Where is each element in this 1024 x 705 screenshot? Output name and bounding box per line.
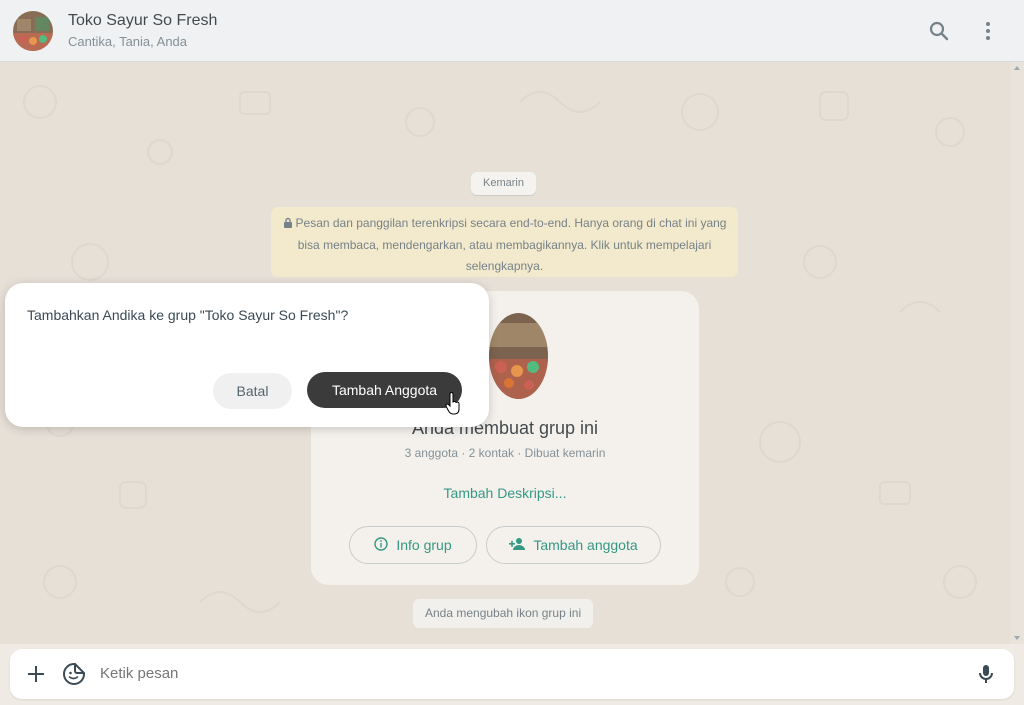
plus-icon[interactable] [24,662,48,686]
mic-icon[interactable] [974,662,998,686]
hand-pointer-icon [445,392,461,416]
message-input[interactable] [100,665,900,682]
sticker-icon[interactable] [62,662,86,686]
confirm-add-member-button[interactable]: Tambah Anggota [307,372,462,408]
message-composer [10,649,1014,699]
dialog-message: Tambahkan Andika ke grup "Toko Sayur So … [27,307,349,323]
cancel-button[interactable]: Batal [213,373,292,409]
add-member-dialog: Tambahkan Andika ke grup "Toko Sayur So … [5,283,489,427]
